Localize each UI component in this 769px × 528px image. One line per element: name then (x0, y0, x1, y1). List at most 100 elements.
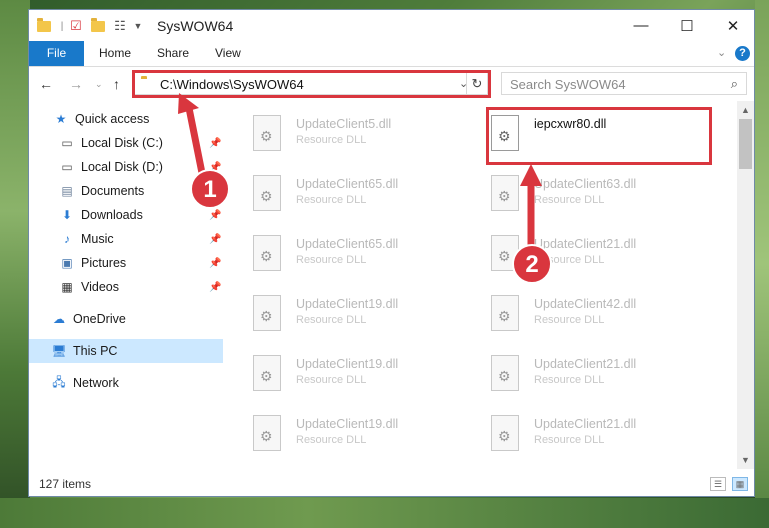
dll-file-icon (491, 415, 519, 451)
sidebar-item-pictures[interactable]: ▣ Pictures 📌 (29, 251, 223, 275)
address-bar[interactable]: C:\Windows\SysWOW64 ⌄ (133, 72, 488, 95)
customize-icon[interactable]: ☷ (111, 17, 129, 35)
file-name: UpdateClient5.dll (296, 117, 392, 131)
sidebar-item-local-disk-c[interactable]: ▭ Local Disk (C:) 📌 (29, 131, 223, 155)
chevron-down-icon[interactable]: ⌄ (717, 46, 726, 59)
close-button[interactable]: ✕ (710, 10, 754, 41)
file-type: Resource DLL (296, 134, 367, 146)
list-item-target-file[interactable]: iepcxwr80.dll (463, 109, 693, 157)
videos-icon: ▦ (61, 280, 73, 294)
file-name: UpdateClient19.dll (296, 297, 399, 311)
list-item[interactable]: UpdateClient65.dll Resource DLL (225, 169, 455, 217)
dll-file-icon (491, 115, 519, 151)
list-item[interactable]: UpdateClient21.dll Resource DLL (463, 349, 693, 397)
minimize-button[interactable]: — (618, 10, 664, 41)
up-arrow-icon[interactable]: ↑ (113, 76, 120, 92)
file-name: UpdateClient63.dll (534, 177, 637, 191)
tab-share[interactable]: Share (145, 41, 201, 66)
pictures-icon: ▣ (61, 256, 73, 270)
sidebar-item-downloads[interactable]: ⬇ Downloads 📌 (29, 203, 223, 227)
search-input[interactable]: Search SysWOW64 ⌕ (501, 72, 747, 95)
file-name: UpdateClient42.dll (534, 297, 637, 311)
download-icon: ⬇ (61, 208, 73, 222)
quick-access-dropdown-icon[interactable]: ▼ (129, 17, 147, 35)
dll-file-icon (491, 295, 519, 331)
back-arrow-icon[interactable]: ← (39, 76, 53, 92)
sidebar-item-label: Music (81, 232, 114, 246)
item-count: 127 items (39, 477, 92, 491)
details-view-icon[interactable]: ☰ (710, 477, 726, 491)
large-icons-view-icon[interactable]: ▦ (732, 477, 748, 491)
file-type: Resource DLL (534, 314, 605, 326)
search-placeholder: Search SysWOW64 (510, 77, 626, 92)
dll-file-icon (253, 115, 281, 151)
file-list: UpdateClient5.dll Resource DLL UpdateCli… (225, 101, 740, 469)
folder-icon (35, 17, 53, 35)
list-item[interactable]: UpdateClient42.dll Resource DLL (463, 289, 693, 337)
file-name: UpdateClient19.dll (296, 357, 399, 371)
list-item[interactable]: UpdateClient21.dll Resource DLL (463, 229, 693, 277)
refresh-icon[interactable]: ↻ (466, 72, 488, 95)
pin-icon: 📌 (209, 209, 222, 221)
sidebar-item-videos[interactable]: ▦ Videos 📌 (29, 275, 223, 299)
list-item[interactable]: UpdateClient21.dll Resource DLL (463, 409, 693, 457)
file-type: Resource DLL (296, 374, 367, 386)
pin-icon: 📌 (209, 137, 222, 149)
dll-file-icon (253, 295, 281, 331)
sidebar-item-label: OneDrive (73, 312, 126, 326)
dll-file-icon (253, 355, 281, 391)
file-name: UpdateClient21.dll (534, 417, 637, 431)
scrollbar-thumb[interactable] (739, 119, 752, 169)
maximize-button[interactable]: ☐ (664, 10, 710, 41)
tab-view[interactable]: View (203, 41, 253, 66)
new-folder-icon[interactable] (89, 17, 107, 35)
step-1-badge: 1 (190, 169, 230, 209)
file-type: Resource DLL (296, 194, 367, 206)
dll-file-icon (253, 175, 281, 211)
file-type: Resource DLL (534, 374, 605, 386)
tab-home[interactable]: Home (87, 41, 143, 66)
ribbon: File Home Share View ⌄ ? (29, 41, 754, 67)
sidebar-item-music[interactable]: ♪ Music 📌 (29, 227, 223, 251)
recent-locations-icon[interactable]: ⌄ (95, 79, 103, 90)
file-type: Resource DLL (296, 254, 367, 266)
scroll-up-icon[interactable]: ▲ (741, 105, 750, 115)
step-2-badge: 2 (512, 244, 552, 284)
file-type: Resource DLL (296, 314, 367, 326)
list-item[interactable]: UpdateClient19.dll Resource DLL (225, 409, 455, 457)
list-item[interactable]: UpdateClient65.dll Resource DLL (225, 229, 455, 277)
sidebar-item-label: Quick access (75, 112, 150, 126)
sidebar-item-label: Downloads (81, 208, 143, 222)
file-type: Resource DLL (296, 434, 367, 446)
file-name: UpdateClient21.dll (534, 237, 637, 251)
scroll-down-icon[interactable]: ▼ (741, 455, 750, 465)
status-bar: 127 items ☰ ▦ (29, 474, 754, 496)
sidebar-item-this-pc[interactable]: 🖥 This PC (29, 339, 223, 363)
star-icon: ★ (55, 112, 67, 126)
explorer-window: | ☑ ☷ ▼ SysWOW64 — ☐ ✕ File Home Share V… (28, 9, 755, 497)
dll-file-icon (253, 235, 281, 271)
sidebar-item-label: Documents (81, 184, 145, 198)
forward-arrow-icon[interactable]: → (69, 76, 83, 92)
list-item[interactable]: UpdateClient19.dll Resource DLL (225, 349, 455, 397)
search-icon: ⌕ (730, 76, 738, 91)
list-item[interactable]: UpdateClient63.dll Resource DLL (463, 169, 693, 217)
list-item[interactable]: UpdateClient19.dll Resource DLL (225, 289, 455, 337)
list-item[interactable]: UpdateClient5.dll Resource DLL (225, 109, 455, 157)
sidebar-item-onedrive[interactable]: ☁ OneDrive (29, 307, 223, 331)
dll-file-icon (491, 175, 519, 211)
help-icon[interactable]: ? (735, 46, 750, 61)
properties-icon[interactable]: ☑ (67, 17, 85, 35)
vertical-scrollbar[interactable]: ▲ ▼ (737, 101, 754, 469)
sidebar-item-network[interactable]: 🖧 Network (29, 371, 223, 395)
music-icon: ♪ (64, 232, 70, 246)
desktop-background-right (755, 0, 769, 528)
tab-file[interactable]: File (29, 41, 84, 66)
window-title: SysWOW64 (157, 18, 234, 34)
file-name: UpdateClient19.dll (296, 417, 399, 431)
desktop-background-left (0, 0, 30, 528)
sidebar-item-label: Network (73, 376, 119, 390)
cloud-icon: ☁ (53, 312, 65, 326)
sidebar-item-label: Local Disk (C:) (81, 136, 163, 150)
sidebar-item-quick-access[interactable]: ★ Quick access (29, 107, 223, 131)
